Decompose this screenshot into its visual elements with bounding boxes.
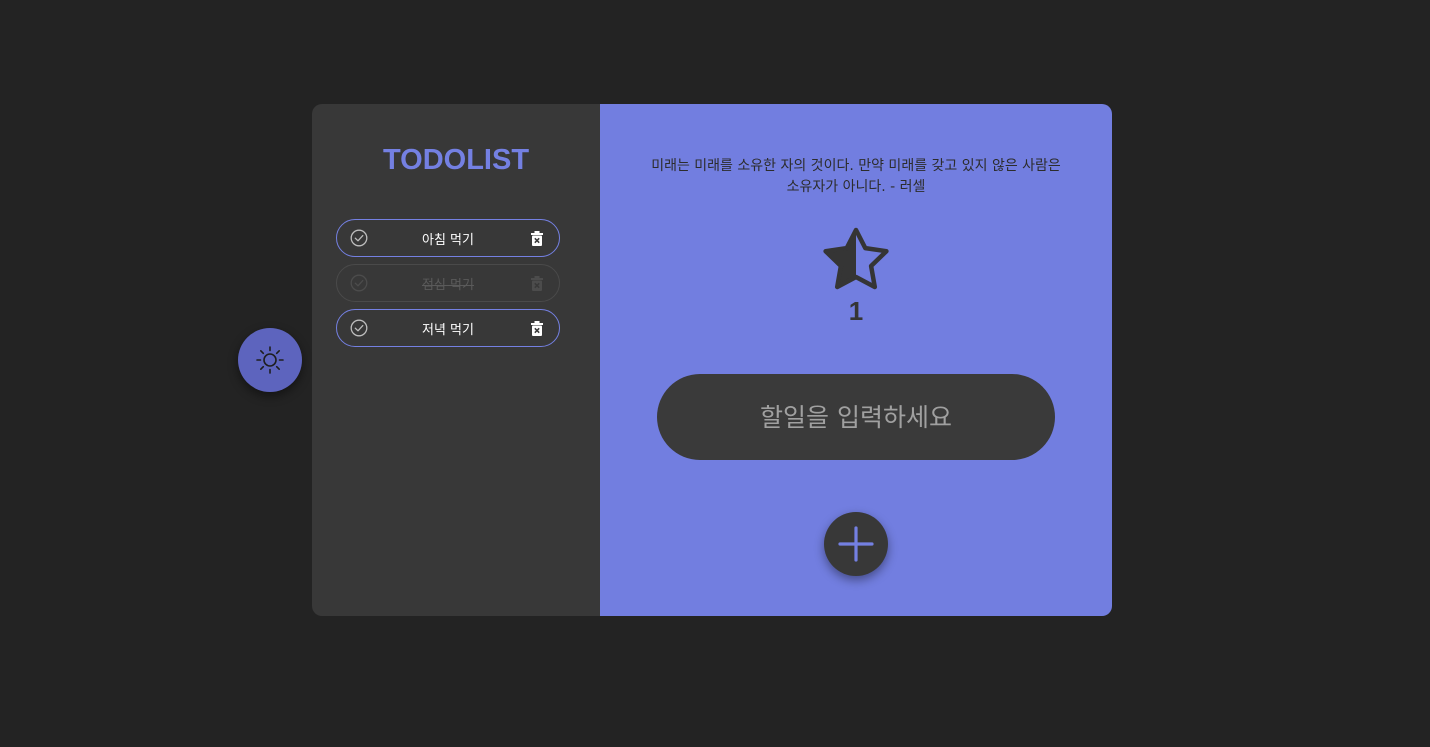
add-todo-button[interactable] — [824, 512, 888, 576]
todo-main: 미래는 미래를 소유한 자의 것이다. 만약 미래를 갖고 있지 않은 사람은 … — [600, 104, 1112, 616]
check-circle-icon[interactable] — [350, 319, 368, 337]
trash-icon[interactable] — [531, 231, 543, 246]
star-count: 1 — [848, 296, 864, 326]
sun-icon — [256, 346, 284, 374]
quote-line: 소유자가 아니다. - 러셀 — [786, 179, 926, 195]
check-circle-icon[interactable] — [350, 274, 368, 292]
quote-line: 미래는 미래를 소유한 자의 것이다. 만약 미래를 갖고 있지 않은 사람은 — [651, 158, 1061, 174]
todo-list: 아침 먹기 점심 먹기 저녁 먹기 — [336, 219, 560, 354]
todo-text[interactable]: 아침 먹기 — [337, 229, 559, 248]
todo-card: TODOLIST 아침 먹기 점심 먹기 저녁 먹기 미래는 미래를 소유한 자… — [312, 104, 1112, 616]
trash-icon[interactable] — [531, 321, 543, 336]
check-circle-icon[interactable] — [350, 229, 368, 247]
todo-item: 점심 먹기 — [336, 264, 560, 302]
app-title: TODOLIST — [382, 144, 530, 176]
todo-text[interactable]: 점심 먹기 — [337, 274, 559, 293]
quote-text: 미래는 미래를 소유한 자의 것이다. 만약 미래를 갖고 있지 않은 사람은 … — [616, 156, 1096, 198]
todo-text[interactable]: 저녁 먹기 — [337, 319, 559, 338]
todo-item: 아침 먹기 — [336, 219, 560, 257]
trash-icon[interactable] — [531, 276, 543, 291]
todo-item: 저녁 먹기 — [336, 309, 560, 347]
half-star-icon — [823, 227, 889, 290]
plus-icon — [838, 526, 874, 562]
theme-toggle-button[interactable] — [238, 328, 302, 392]
todo-input[interactable] — [657, 374, 1055, 460]
todo-sidebar: TODOLIST 아침 먹기 점심 먹기 저녁 먹기 — [312, 104, 600, 616]
